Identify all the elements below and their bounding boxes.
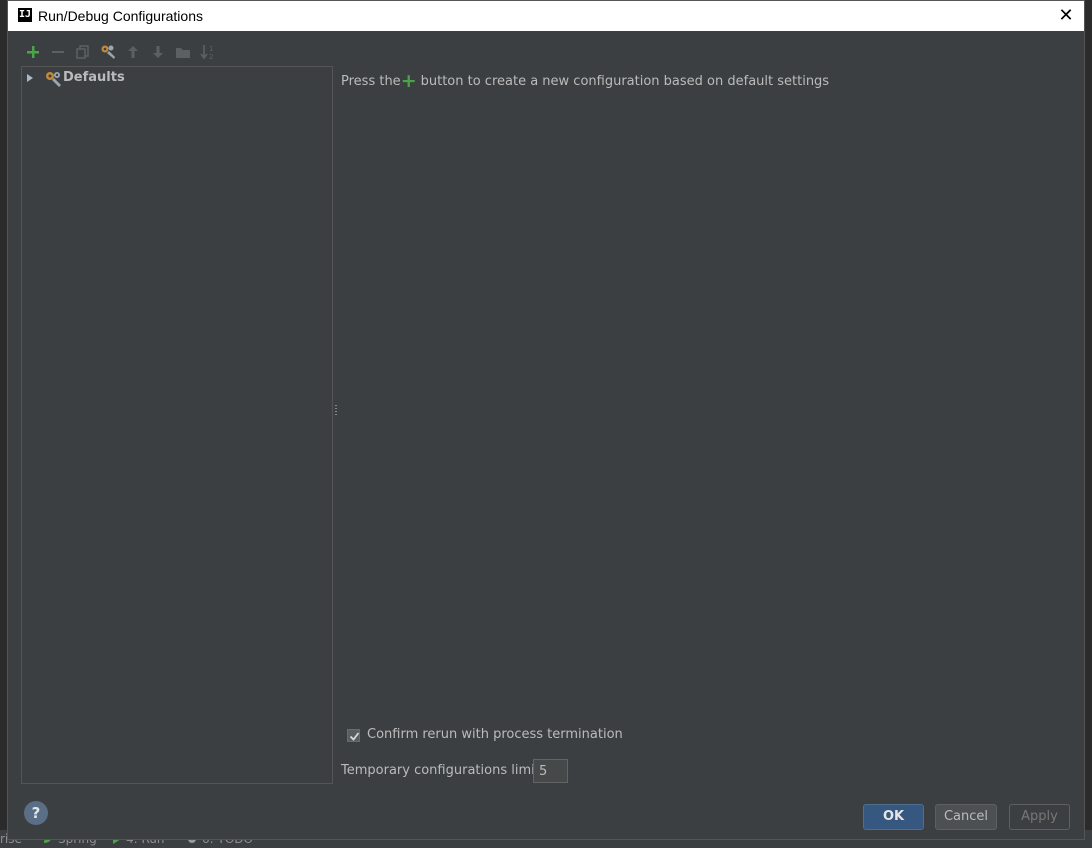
defaults-wrench-icon xyxy=(46,72,61,87)
cancel-button[interactable]: Cancel xyxy=(935,804,997,830)
edit-defaults-button[interactable] xyxy=(97,41,119,63)
add-configuration-button[interactable] xyxy=(22,41,44,63)
plus-icon: + xyxy=(400,70,417,92)
tree-item-defaults[interactable]: Defaults xyxy=(22,69,332,89)
confirm-rerun-label[interactable]: Confirm rerun with process termination xyxy=(367,727,623,742)
expand-arrow-icon[interactable] xyxy=(27,74,33,82)
panel-splitter-handle[interactable] xyxy=(335,405,338,419)
copy-configuration-button[interactable] xyxy=(72,41,94,63)
intellij-app-icon: IJ xyxy=(18,8,32,22)
plus-icon xyxy=(27,46,39,58)
configurations-tree[interactable]: Defaults xyxy=(21,66,333,784)
tree-item-label: Defaults xyxy=(63,70,125,85)
move-down-button[interactable] xyxy=(147,41,169,63)
title-bar: IJ Run/Debug Configurations ✕ xyxy=(8,1,1084,31)
copy-icon xyxy=(76,45,89,59)
temp-limit-label: Temporary configurations limit: xyxy=(341,763,545,778)
arrow-down-icon xyxy=(153,46,163,58)
checkmark-icon xyxy=(349,732,360,741)
sort-button[interactable]: 12 xyxy=(197,41,219,63)
hint-suffix: button to create a new configuration bas… xyxy=(420,74,830,89)
confirm-rerun-checkbox[interactable] xyxy=(347,729,360,742)
svg-text:1: 1 xyxy=(209,45,213,53)
wrench-icon xyxy=(101,45,115,59)
folder-icon xyxy=(176,48,190,58)
ok-button[interactable]: OK xyxy=(863,804,924,830)
move-up-button[interactable] xyxy=(122,41,144,63)
apply-button[interactable]: Apply xyxy=(1009,804,1070,830)
create-folder-button[interactable] xyxy=(172,41,194,63)
temp-limit-input[interactable] xyxy=(533,759,568,783)
run-debug-dialog: IJ Run/Debug Configurations ✕ 12 Default… xyxy=(7,0,1085,840)
remove-configuration-button[interactable] xyxy=(47,41,69,63)
svg-text:2: 2 xyxy=(209,53,213,60)
help-button[interactable]: ? xyxy=(24,801,48,825)
close-button[interactable]: ✕ xyxy=(1054,4,1078,28)
minus-icon xyxy=(52,51,64,53)
sort-icon: 12 xyxy=(200,45,213,60)
empty-config-hint: Press the+ button to create a new configu… xyxy=(341,70,829,92)
arrow-up-icon xyxy=(128,46,138,58)
hint-prefix: Press the xyxy=(341,74,401,89)
window-title: Run/Debug Configurations xyxy=(38,8,203,24)
